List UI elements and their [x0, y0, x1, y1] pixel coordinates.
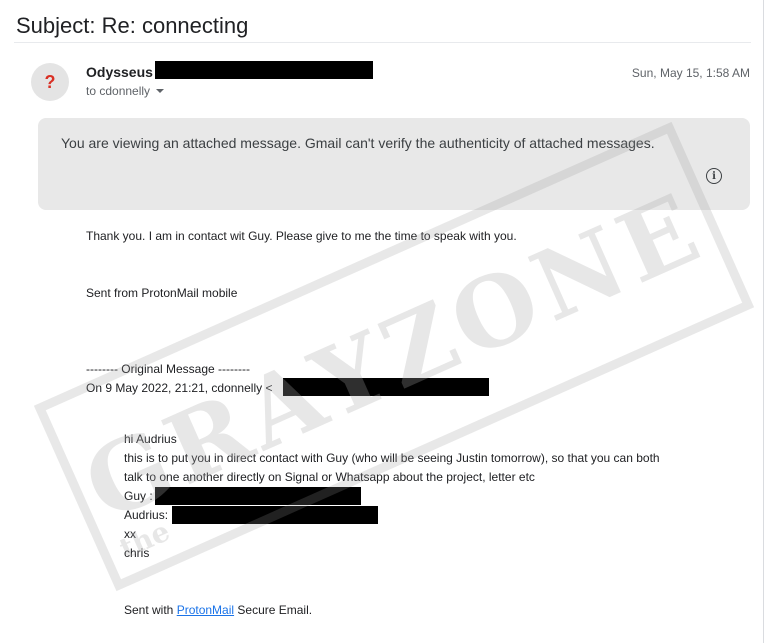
quoted-xx: xx	[124, 527, 136, 541]
quoted-greeting: hi Audrius	[124, 432, 177, 446]
quoted-line-2: talk to one another directly on Signal o…	[124, 470, 535, 484]
question-mark-icon: ?	[44, 71, 56, 92]
quoted-guy-label: Guy :	[124, 489, 153, 503]
quoted-line-1: this is to put you in direct contact wit…	[124, 451, 660, 465]
original-message-header: -------- Original Message --------	[86, 362, 250, 376]
sender-avatar[interactable]: ?	[31, 63, 69, 101]
subject-divider	[14, 42, 751, 43]
quoted-signoff: chris	[124, 546, 150, 560]
pane-border	[763, 0, 764, 643]
protonmail-footer: Sent with ProtonMail Secure Email.	[124, 603, 312, 617]
email-subject: Subject: Re: connecting	[16, 13, 249, 38]
redacted-audrius-contact	[172, 506, 378, 524]
protonmail-link[interactable]: ProtonMail	[177, 603, 234, 617]
message-date: Sun, May 15, 1:58 AM	[631, 66, 750, 80]
notice-text: You are viewing an attached message. Gma…	[61, 135, 655, 151]
body-signature-mobile: Sent from ProtonMail mobile	[86, 286, 238, 300]
redacted-guy-contact	[155, 487, 361, 505]
body-line-thanks: Thank you. I am in contact wit Guy. Plea…	[86, 229, 517, 243]
quoted-audrius-label: Audrius:	[124, 508, 169, 522]
redacted-sender-email	[155, 61, 373, 79]
footer-suffix: Secure Email.	[234, 603, 313, 617]
redacted-original-email	[283, 378, 489, 396]
attached-message-notice: You are viewing an attached message. Gma…	[38, 118, 750, 210]
chevron-down-icon[interactable]	[156, 89, 165, 93]
footer-prefix: Sent with	[124, 603, 177, 617]
info-icon[interactable]: i	[706, 168, 722, 184]
recipient-details-toggle[interactable]: to cdonnelly	[86, 84, 165, 98]
recipient-label: to cdonnelly	[86, 84, 151, 98]
sender-name[interactable]: Odysseus	[86, 64, 153, 80]
original-message-date: On 9 May 2022, 21:21, cdonnelly <	[86, 381, 273, 395]
